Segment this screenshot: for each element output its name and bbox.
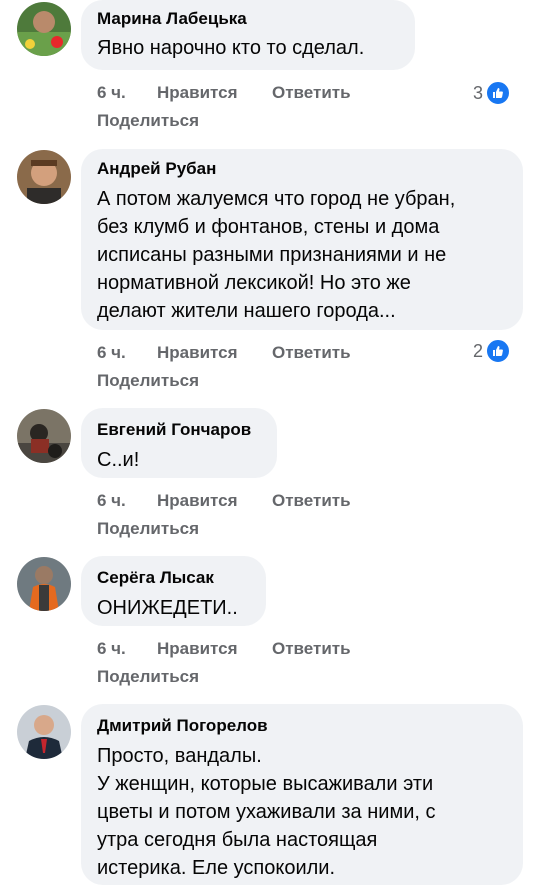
reaction-count-number: 2 xyxy=(472,341,483,361)
share-button[interactable]: Поделиться xyxy=(97,518,199,540)
comment-text: А потом жалуемся что город не убран, без… xyxy=(97,188,456,322)
like-button[interactable]: Нравится xyxy=(157,342,238,364)
avatar-photo xyxy=(17,409,71,463)
share-button[interactable]: Поделиться xyxy=(97,370,199,392)
avatar-photo xyxy=(17,150,71,204)
reaction-count-number: 3 xyxy=(472,83,483,103)
avatar-photo xyxy=(17,2,71,56)
comment-author[interactable]: Евгений Гончаров xyxy=(97,419,261,441)
comment-bubble: Дмитрий Погорелов Просто, вандалы. У жен… xyxy=(81,704,523,885)
comment-bubble: Серёга Лысак ОНИЖЕДЕТИ.. xyxy=(81,556,266,626)
reply-button[interactable]: Ответить xyxy=(272,82,351,104)
avatar[interactable] xyxy=(17,150,71,204)
thumbs-up-icon xyxy=(485,338,511,364)
reaction-count[interactable]: 2 xyxy=(473,338,511,364)
avatar[interactable] xyxy=(17,2,71,56)
like-button[interactable]: Нравится xyxy=(157,490,238,512)
comment-text: С..и! xyxy=(97,449,140,471)
share-button[interactable]: Поделиться xyxy=(97,666,199,688)
reply-button[interactable]: Ответить xyxy=(272,342,351,364)
comment-bubble: Андрей Рубан А потом жалуемся что город … xyxy=(81,149,523,330)
thumbs-up-icon xyxy=(485,80,511,106)
reply-button[interactable]: Ответить xyxy=(272,638,351,660)
comment-text: ОНИЖЕДЕТИ.. xyxy=(97,597,238,619)
comment-bubble: Евгений Гончаров С..и! xyxy=(81,408,277,478)
comment-author[interactable]: Серёга Лысак xyxy=(97,567,250,589)
avatar[interactable] xyxy=(17,705,71,759)
comment-time[interactable]: 6 ч. xyxy=(97,638,126,660)
comment-time[interactable]: 6 ч. xyxy=(97,342,126,364)
comment-time[interactable]: 6 ч. xyxy=(97,82,126,104)
like-button[interactable]: Нравится xyxy=(157,638,238,660)
avatar-photo xyxy=(17,705,71,759)
share-button[interactable]: Поделиться xyxy=(97,110,199,132)
comment-author[interactable]: Андрей Рубан xyxy=(97,158,507,180)
like-button[interactable]: Нравится xyxy=(157,82,238,104)
avatar[interactable] xyxy=(17,409,71,463)
avatar[interactable] xyxy=(17,557,71,611)
comment-text: Явно нарочно кто то сделал. xyxy=(97,37,365,59)
avatar-photo xyxy=(17,557,71,611)
comment-author[interactable]: Дмитрий Погорелов xyxy=(97,715,507,737)
reply-button[interactable]: Ответить xyxy=(272,490,351,512)
comment-author[interactable]: Марина Лабецька xyxy=(97,8,399,30)
reaction-count[interactable]: 3 xyxy=(473,80,511,106)
comment-bubble: Марина Лабецька Явно нарочно кто то сдел… xyxy=(81,0,415,70)
comment-text: Просто, вандалы. У женщин, которые высаж… xyxy=(97,745,436,879)
comment-time[interactable]: 6 ч. xyxy=(97,490,126,512)
